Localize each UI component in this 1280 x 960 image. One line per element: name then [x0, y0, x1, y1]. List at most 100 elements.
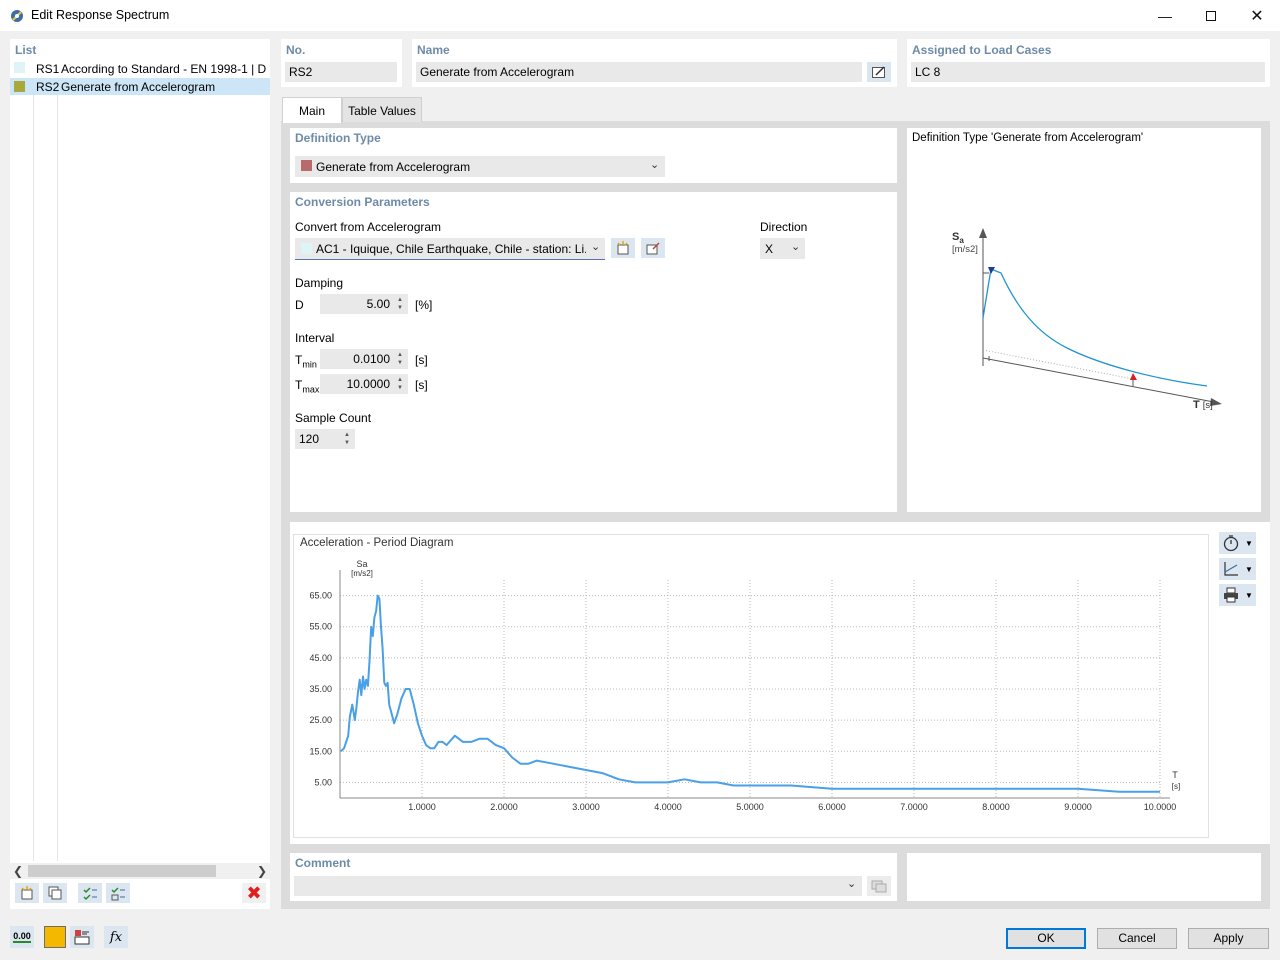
scrollbar-thumb[interactable]	[28, 865, 216, 877]
maximize-button[interactable]	[1188, 0, 1234, 31]
edit-name-button[interactable]	[867, 62, 891, 82]
delete-button[interactable]: ✖	[242, 883, 266, 903]
preview-y-unit: [m/s2]	[952, 244, 978, 255]
tmax-label: Tmax	[295, 378, 320, 395]
comment-label: Comment	[295, 856, 351, 870]
definition-type-header: Definition Type	[295, 131, 381, 145]
name-label: Name	[417, 43, 450, 57]
list-panel: List RS1 According to Standard - EN 1998…	[10, 39, 270, 909]
definition-preview-panel: Definition Type 'Generate from Accelerog…	[907, 128, 1261, 512]
table-info-icon	[74, 930, 90, 945]
definition-type-select[interactable]: Generate from Accelerogram ⌄	[295, 156, 665, 177]
comment-field[interactable]: ⌄	[294, 876, 862, 896]
color-swatch	[14, 81, 25, 92]
definition-type-swatch	[301, 160, 312, 171]
graph-axes-icon	[1224, 562, 1238, 576]
info-table-button[interactable]	[70, 926, 94, 948]
timer-tool-button[interactable]: ▼	[1219, 532, 1256, 554]
x-tick-label: 4.0000	[654, 802, 682, 812]
formula-button[interactable]: fx	[104, 926, 128, 948]
y-tick-label: 45.00	[309, 653, 332, 663]
cancel-button[interactable]: Cancel	[1097, 928, 1177, 949]
window-title: Edit Response Spectrum	[31, 8, 170, 22]
close-icon: ✕	[1250, 7, 1264, 25]
edit-accelerogram-button[interactable]	[641, 238, 665, 258]
number-field[interactable]: RS2	[285, 62, 397, 82]
tmin-value: 0.0100	[353, 352, 390, 366]
apply-button[interactable]: Apply	[1188, 928, 1269, 949]
preview-x-label: T [s]	[1193, 399, 1213, 411]
uncheck-all-button[interactable]	[106, 883, 130, 903]
color-picker-button[interactable]	[44, 926, 66, 948]
print-icon	[1224, 587, 1238, 603]
sample-count-input[interactable]: 120 ▲ ▼	[295, 429, 355, 449]
list-item[interactable]: RS1 According to Standard - EN 1998-1 | …	[10, 60, 270, 77]
tmin-unit: [s]	[415, 353, 428, 367]
copy-item-button[interactable]	[43, 883, 67, 903]
x-tick-label: 6.0000	[818, 802, 846, 812]
spin-arrows-icon[interactable]: ▲ ▼	[342, 431, 352, 447]
sample-count-value: 120	[299, 432, 320, 446]
new-accelerogram-button[interactable]	[611, 238, 635, 258]
list-item-selected[interactable]: RS2 Generate from Accelerogram	[10, 78, 270, 95]
spin-arrows-icon[interactable]: ▲ ▼	[395, 351, 405, 367]
close-window-button[interactable]: ✕	[1234, 0, 1280, 31]
name-field[interactable]: Generate from Accelerogram	[416, 62, 862, 82]
list-item-label: According to Standard - EN 1998-1 | DIN	[61, 62, 267, 76]
x-tick-label: 5.0000	[736, 802, 764, 812]
formula-icon: fx	[109, 929, 123, 945]
list-item-label: Generate from Accelerogram	[61, 80, 216, 94]
horizontal-scrollbar[interactable]: ❮ ❯	[10, 863, 270, 879]
interval-label: Interval	[295, 331, 335, 345]
list-item-id: RS1	[36, 62, 60, 76]
x-tick-label: 3.0000	[572, 802, 600, 812]
assigned-field[interactable]: LC 8	[911, 62, 1265, 82]
damping-value: 5.00	[366, 297, 390, 311]
dropdown-arrow-icon: ▼	[1245, 538, 1253, 548]
app-icon	[11, 10, 23, 22]
chevron-down-icon: ⌄	[791, 241, 801, 253]
comment-copy-button[interactable]	[867, 876, 891, 896]
check-all-button[interactable]	[78, 883, 102, 903]
y-tick-label: 55.00	[309, 622, 332, 632]
copy-icon	[48, 886, 62, 900]
axes-tool-button[interactable]: ▼	[1219, 558, 1256, 580]
number-panel: No. RS2	[281, 39, 402, 87]
number-label: No.	[286, 43, 306, 57]
diagram-panel: Acceleration - Period Diagram 1.0000 2.00…	[290, 522, 1270, 844]
spin-arrows-icon[interactable]: ▲ ▼	[395, 376, 405, 392]
new-item-button[interactable]	[15, 883, 39, 903]
color-swatch	[14, 62, 25, 73]
print-tool-button[interactable]: ▼	[1219, 584, 1256, 606]
accelerogram-select[interactable]: AC1 - Iquique, Chile Earthquake, Chile -…	[295, 238, 605, 260]
x-tick-label: 7.0000	[900, 802, 928, 812]
damping-unit: [%]	[415, 298, 433, 312]
direction-select[interactable]: X ⌄	[760, 238, 805, 259]
edit-object-icon	[646, 242, 660, 255]
assigned-label: Assigned to Load Cases	[912, 43, 1052, 57]
acceleration-period-chart: 1.0000 2.0000 3.0000 4.0000 5.0000 6.0000 7.00…	[309, 559, 1180, 812]
tab-main[interactable]: Main	[282, 97, 342, 123]
assigned-panel: Assigned to Load Cases LC 8	[907, 39, 1270, 87]
units-button[interactable]: 0.00	[10, 926, 34, 948]
sample-count-label: Sample Count	[295, 411, 372, 425]
x-tick-label: 8.0000	[982, 802, 1010, 812]
tmax-input[interactable]: 10.0000 ▲ ▼	[320, 374, 408, 394]
tmin-input[interactable]: 0.0100 ▲ ▼	[320, 349, 408, 369]
minimize-button[interactable]: —	[1142, 0, 1188, 31]
scroll-left-icon[interactable]: ❮	[13, 864, 23, 878]
ok-button[interactable]: OK	[1006, 928, 1086, 949]
convert-label: Convert from Accelerogram	[295, 220, 442, 234]
damping-label: Damping	[295, 276, 344, 290]
direction-value: X	[765, 242, 774, 256]
tmin-label: Tmin	[295, 353, 317, 370]
damping-input[interactable]: 5.00 ▲ ▼	[320, 294, 408, 314]
spin-arrows-icon[interactable]: ▲ ▼	[395, 296, 405, 312]
y-tick-label: 35.00	[309, 684, 332, 694]
accelerogram-value: AC1 - Iquique, Chile Earthquake, Chile -…	[316, 242, 586, 256]
copy-comment-icon	[871, 880, 887, 893]
tab-table-values[interactable]: Table Values	[342, 97, 422, 122]
scroll-right-icon[interactable]: ❯	[257, 864, 267, 878]
direction-label: Direction	[760, 220, 808, 234]
delete-icon: ✖	[246, 883, 262, 903]
